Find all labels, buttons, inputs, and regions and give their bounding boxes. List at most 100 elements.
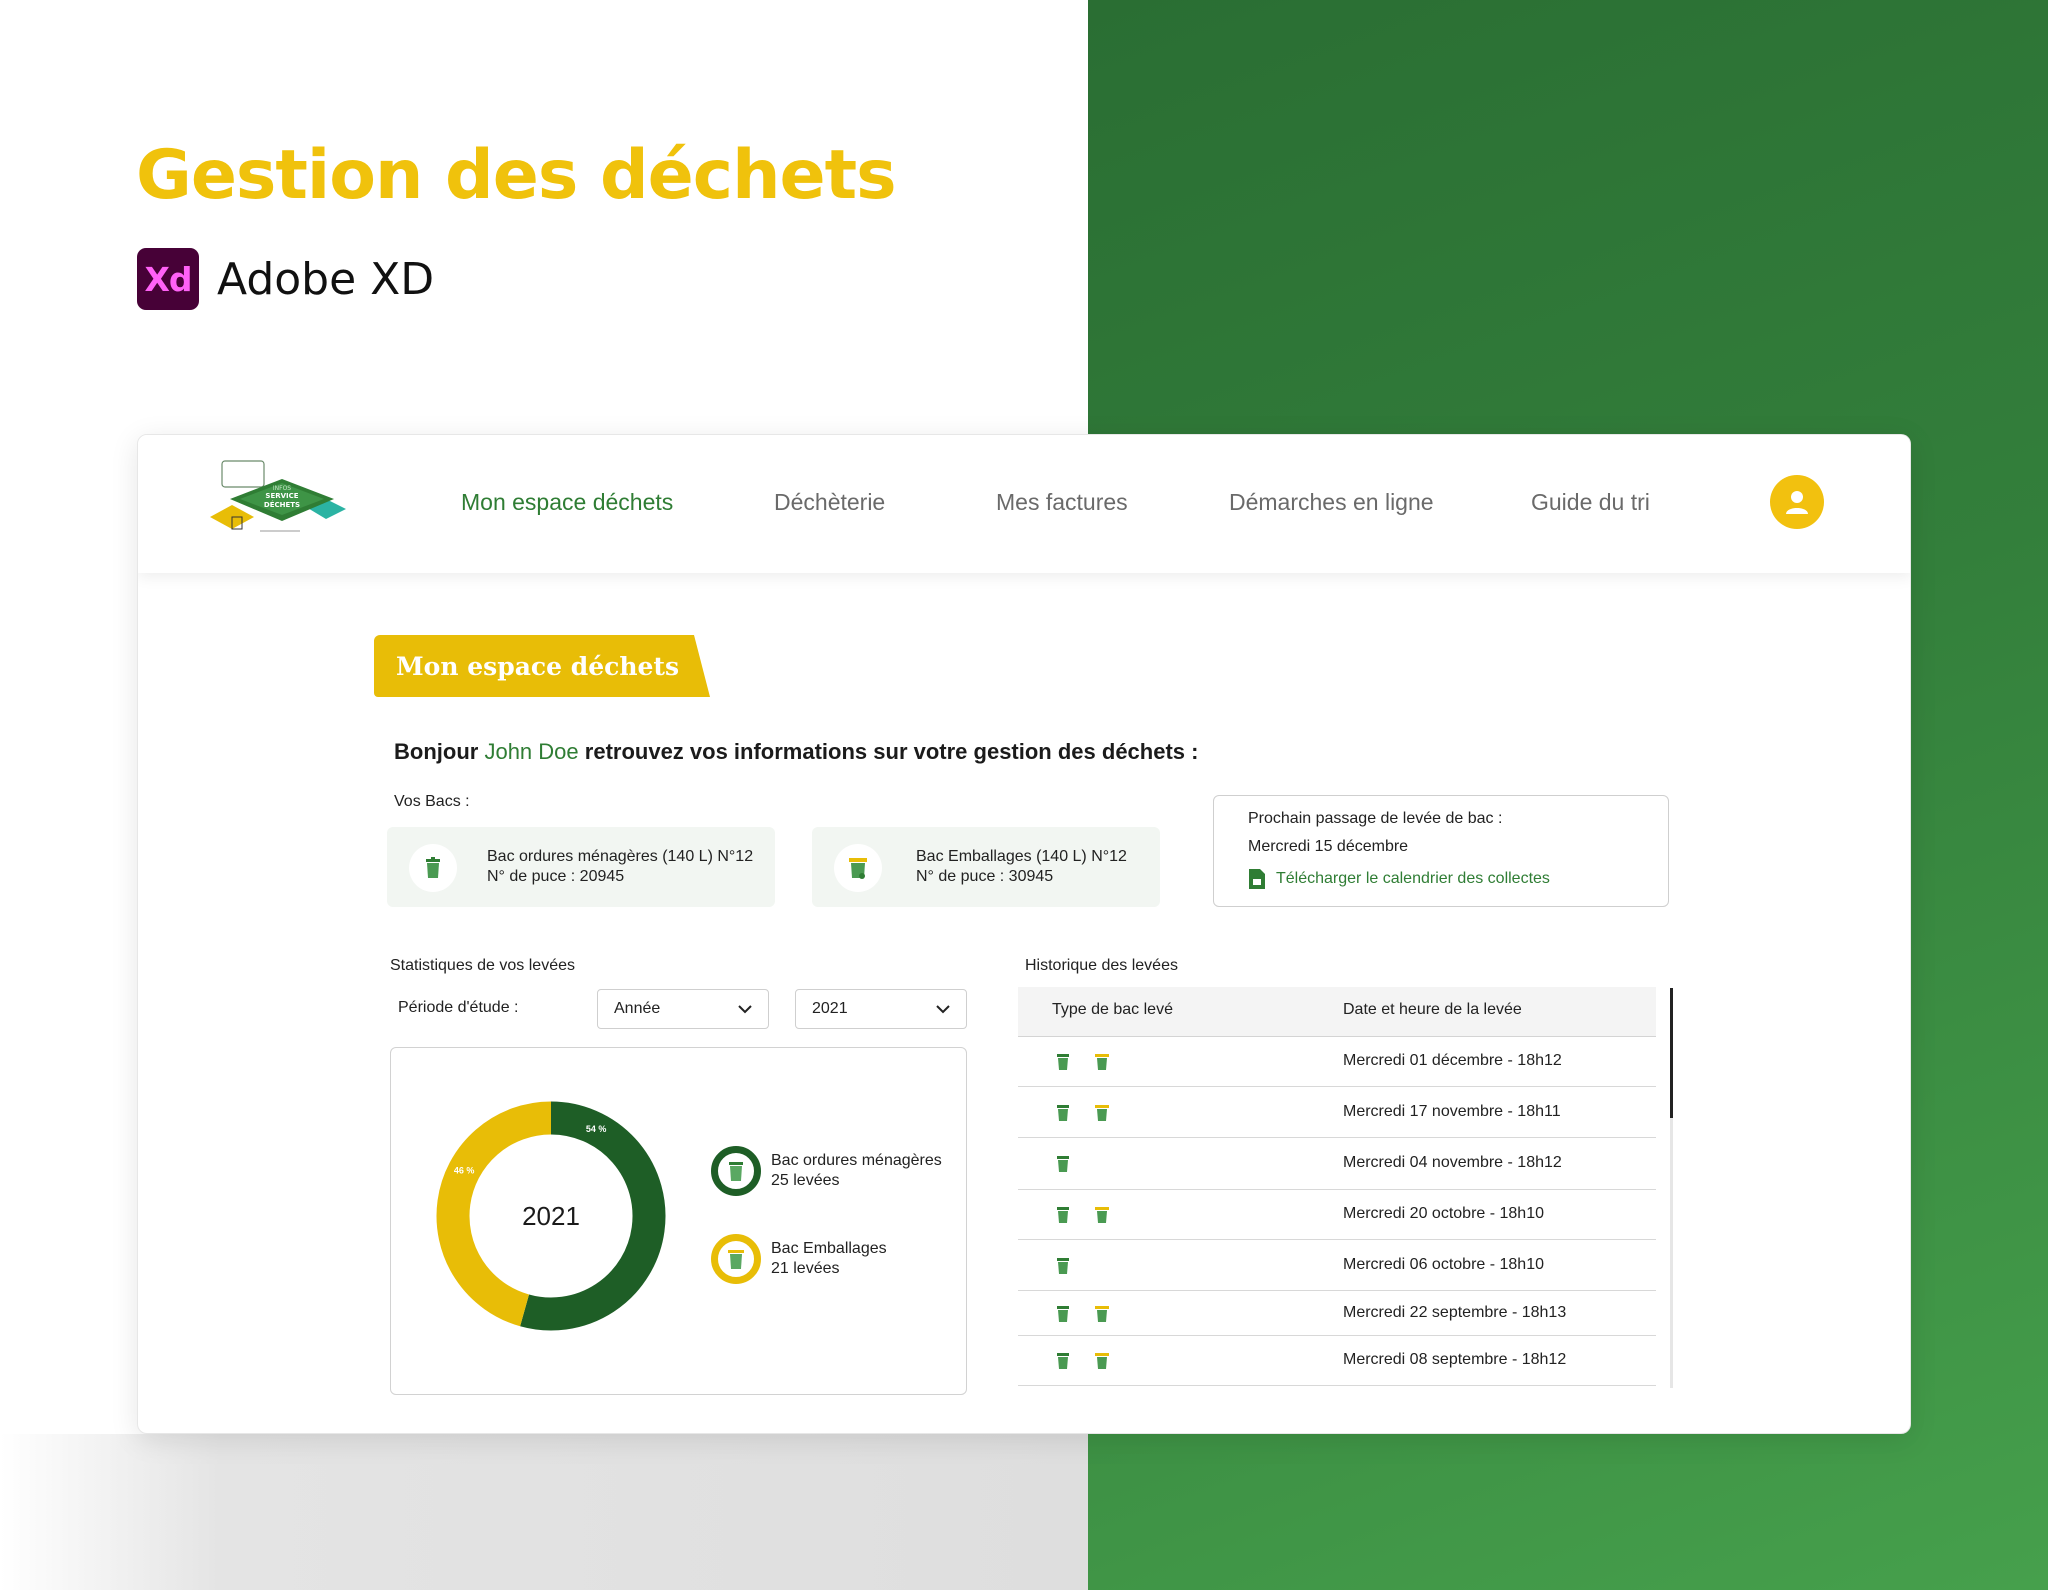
yellow-bin-icon: [1095, 1054, 1109, 1070]
adobe-xd-logo: Xd: [137, 248, 199, 310]
period-label: Période d'étude :: [398, 999, 519, 1016]
bin-title: Bac ordures ménagères (140 L) N°12: [487, 848, 754, 865]
donut-center-label: 2021: [522, 1201, 580, 1231]
top-navigation: INFOS SERVICE DÉCHETS Mon espace déchets…: [138, 435, 1910, 573]
nav-demarches-en-ligne[interactable]: Démarches en ligne: [1229, 489, 1434, 516]
greeting: Bonjour John Doe retrouvez vos informati…: [394, 739, 1198, 765]
bins-label: Vos Bacs :: [394, 793, 470, 810]
period-select[interactable]: Année: [597, 989, 769, 1029]
history-table-header: Type de bac levé Date et heure de la lev…: [1018, 987, 1656, 1037]
download-calendar-label: Télécharger le calendrier des collectes: [1276, 870, 1550, 887]
yellow-bin-icon: [1095, 1305, 1109, 1322]
download-calendar-link[interactable]: Télécharger le calendrier des collectes: [1248, 868, 1550, 890]
tool-name: Adobe XD: [217, 253, 435, 305]
stats-title: Statistiques de vos levées: [390, 957, 575, 974]
green-bin-icon: [1057, 1105, 1069, 1121]
svg-text:SERVICE: SERVICE: [265, 492, 298, 500]
table-row[interactable]: Mercredi 22 septembre - 18h13: [1018, 1291, 1656, 1336]
bin-chip-number: N° de puce : 20945: [487, 868, 625, 885]
row-bin-icons: [1056, 1206, 1110, 1224]
background-gray-panel: [0, 1434, 1088, 1590]
page-title: Mon espace déchets: [396, 651, 680, 681]
period-select-value: Année: [614, 1000, 661, 1017]
yellow-bin-icon: [1095, 1207, 1109, 1223]
table-row[interactable]: Mercredi 20 octobre - 18h10: [1018, 1190, 1656, 1240]
table-row[interactable]: Mercredi 17 novembre - 18h11: [1018, 1088, 1656, 1138]
row-bin-icons: [1056, 1155, 1070, 1173]
nav-guide-du-tri[interactable]: Guide du tri: [1531, 489, 1650, 516]
legend-series-name: Bac Emballages: [771, 1240, 887, 1257]
green-bin-icon: [1057, 1054, 1069, 1070]
page-title-tab: Mon espace déchets: [374, 635, 710, 697]
yellow-bin-icon: [728, 1250, 744, 1269]
column-header-type: Type de bac levé: [1052, 1001, 1173, 1018]
column-header-date: Date et heure de la levée: [1343, 1001, 1522, 1018]
table-row[interactable]: Mercredi 01 décembre - 18h12: [1018, 1037, 1656, 1087]
legend-ring-emballages: [711, 1234, 761, 1284]
yellow-bin-icon: [1095, 1353, 1109, 1369]
bin-title: Bac Emballages (140 L) N°12: [916, 848, 1127, 865]
green-bin-icon: [1057, 1156, 1069, 1172]
document-icon: [1249, 869, 1265, 889]
svg-text:INFOS: INFOS: [273, 485, 291, 492]
stats-chart-panel: 54 % 46 % 2021 Bac ordures ménagères 25 le…: [390, 1047, 967, 1395]
bin-card-emballages: Bac Emballages (140 L) N°12 N° de puce :…: [812, 827, 1160, 907]
tool-credit: Xd Adobe XD: [137, 248, 434, 310]
greeting-suffix: retrouvez vos informations sur votre ges…: [584, 739, 1199, 764]
year-select[interactable]: 2021: [795, 989, 967, 1029]
next-pickup-date: Mercredi 15 décembre: [1248, 838, 1409, 855]
legend-ring-ordures: [711, 1146, 761, 1196]
user-name: John Doe: [484, 739, 579, 764]
nav-mon-espace-dechets[interactable]: Mon espace déchets: [461, 489, 673, 516]
history-table[interactable]: Type de bac levé Date et heure de la lev…: [1018, 987, 1656, 1397]
row-bin-icons: [1056, 1352, 1110, 1370]
hero-title: Gestion des déchets: [136, 136, 897, 215]
table-row[interactable]: Mercredi 06 octobre - 18h10: [1018, 1240, 1656, 1291]
greeting-prefix: Bonjour: [394, 739, 479, 764]
green-bin-icon: [1057, 1257, 1069, 1274]
service-dechets-logo[interactable]: INFOS SERVICE DÉCHETS: [210, 459, 360, 549]
year-select-value: 2021: [812, 1000, 848, 1017]
next-pickup-label: Prochain passage de levée de bac :: [1248, 810, 1503, 827]
green-bin-icon: [1057, 1353, 1069, 1369]
row-bin-icons: [1056, 1257, 1070, 1275]
legend-series-name: Bac ordures ménagères: [771, 1152, 942, 1169]
table-row[interactable]: Mercredi 08 septembre - 18h12: [1018, 1336, 1656, 1386]
row-bin-icons: [1056, 1053, 1110, 1071]
row-date: Mercredi 22 septembre - 18h13: [1343, 1303, 1567, 1321]
row-date: Mercredi 08 septembre - 18h12: [1343, 1351, 1567, 1368]
yellow-bin-icon: [849, 858, 867, 879]
nav-decheterie[interactable]: Déchèterie: [774, 489, 885, 516]
history-scrollbar-thumb[interactable]: [1670, 988, 1673, 1118]
legend-series-value: 25 levées: [771, 1172, 840, 1189]
row-date: Mercredi 04 novembre - 18h12: [1343, 1154, 1562, 1171]
chevron-down-icon: [936, 1004, 950, 1013]
green-bin-icon: [1057, 1207, 1069, 1223]
donut-percent-label: 54 %: [586, 1124, 607, 1134]
bin-card-ordures: Bac ordures ménagères (140 L) N°12 N° de…: [387, 827, 775, 907]
history-title: Historique des levées: [1025, 957, 1178, 974]
row-date: Mercredi 06 octobre - 18h10: [1343, 1255, 1544, 1273]
legend-emballages: Bac Emballages 21 levées: [711, 1234, 887, 1284]
green-bin-icon: [729, 1162, 743, 1181]
green-bin-icon: [426, 857, 440, 878]
donut-chart: 54 % 46 % 2021: [436, 1101, 666, 1331]
svg-text:DÉCHETS: DÉCHETS: [264, 500, 300, 509]
row-date: Mercredi 01 décembre - 18h12: [1343, 1052, 1562, 1069]
chevron-down-icon: [738, 1004, 752, 1013]
donut-percent-label: 46 %: [454, 1166, 475, 1176]
green-bin-icon: [1057, 1305, 1069, 1322]
app-window: INFOS SERVICE DÉCHETS Mon espace déchets…: [137, 434, 1911, 1434]
next-pickup-box: Prochain passage de levée de bac : Mercr…: [1213, 795, 1669, 907]
row-date: Mercredi 17 novembre - 18h11: [1343, 1103, 1561, 1120]
nav-mes-factures[interactable]: Mes factures: [996, 489, 1128, 516]
row-date: Mercredi 20 octobre - 18h10: [1343, 1205, 1544, 1222]
legend-series-value: 21 levées: [771, 1260, 840, 1277]
row-bin-icons: [1056, 1305, 1110, 1323]
user-account-button[interactable]: [1770, 475, 1824, 529]
bin-chip-number: N° de puce : 30945: [916, 868, 1054, 885]
table-row[interactable]: Mercredi 04 novembre - 18h12: [1018, 1138, 1656, 1190]
user-icon: [1786, 491, 1808, 514]
row-bin-icons: [1056, 1104, 1110, 1122]
yellow-bin-icon: [1095, 1105, 1109, 1121]
